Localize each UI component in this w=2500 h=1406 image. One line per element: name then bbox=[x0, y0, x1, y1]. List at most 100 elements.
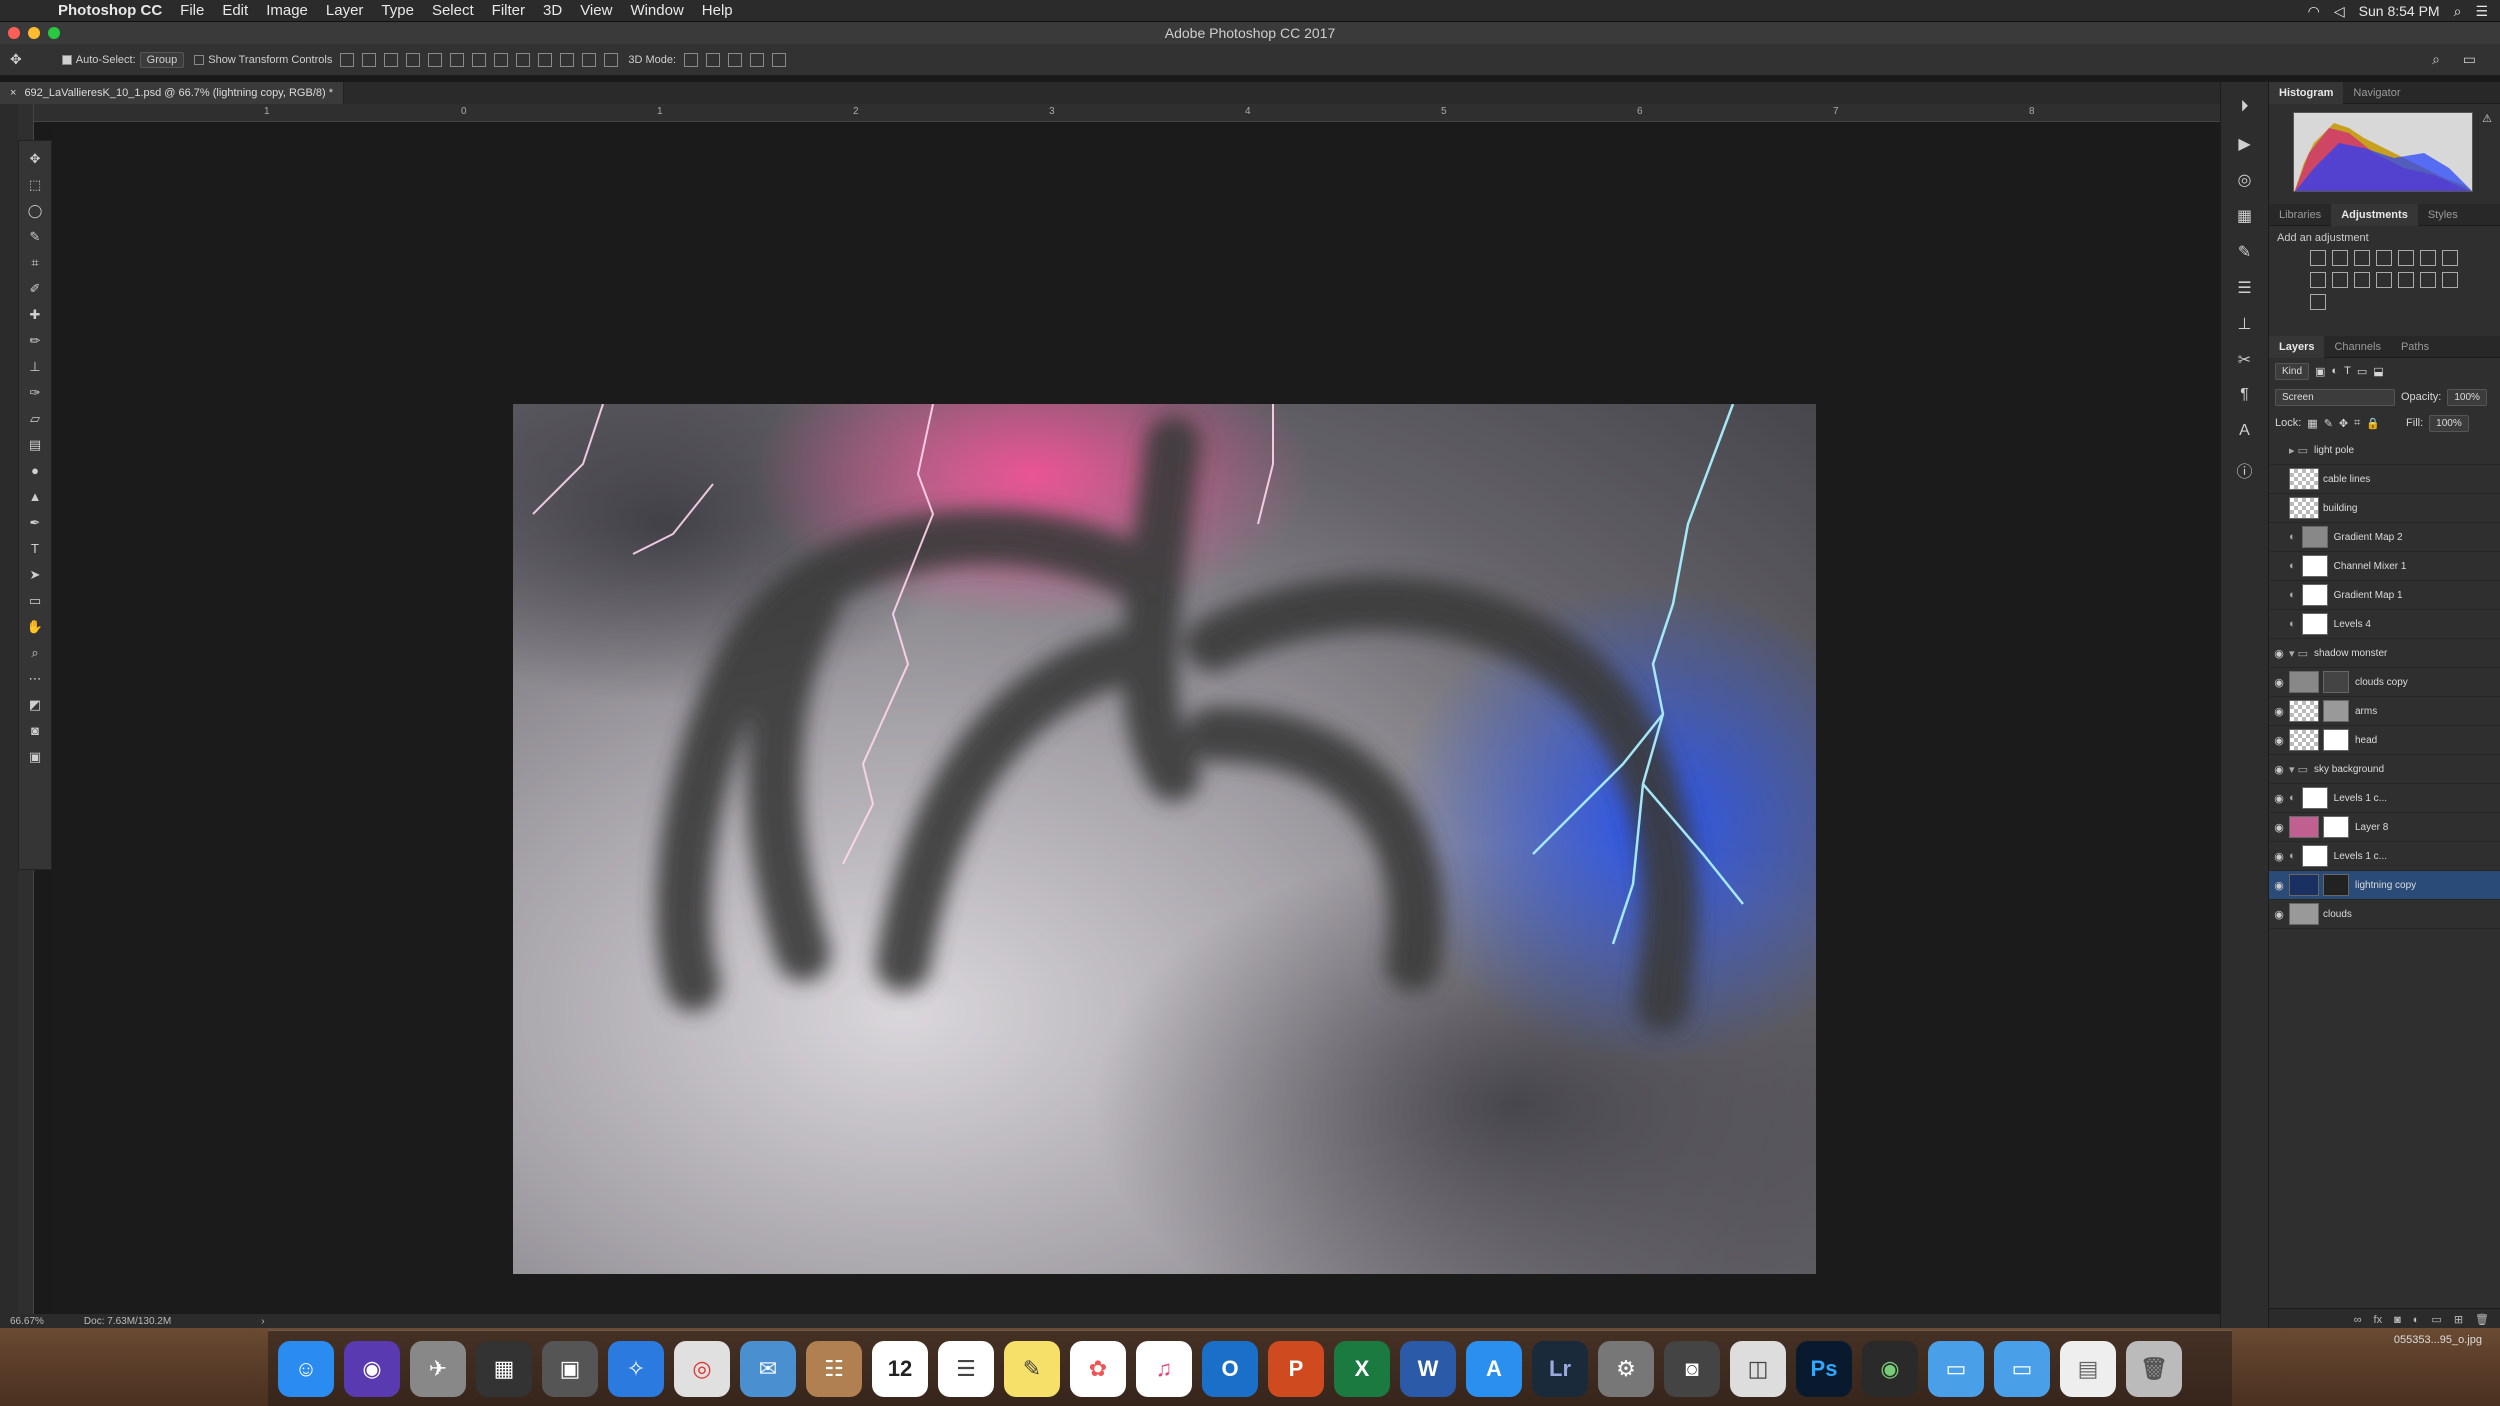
layer-row[interactable]: ◉ head bbox=[2269, 726, 2500, 755]
photos-icon[interactable]: ✿ bbox=[1070, 1340, 1126, 1397]
move-tool-icon[interactable]: ✥ bbox=[25, 149, 45, 168]
reminders-icon[interactable]: ☰ bbox=[938, 1340, 994, 1397]
threshold-icon[interactable] bbox=[2441, 272, 2458, 288]
align-right-icon[interactable] bbox=[450, 52, 465, 67]
spotlight-icon[interactable]: ⌕ bbox=[2454, 3, 2462, 20]
chrome-icon[interactable]: ◎ bbox=[674, 1340, 730, 1397]
eye-icon[interactable]: ◉ bbox=[2269, 850, 2289, 863]
layer-row[interactable]: ◉ ▾ ▭ shadow monster bbox=[2269, 639, 2500, 668]
layer-row[interactable]: ◐ Gradient Map 1 bbox=[2269, 581, 2500, 610]
color-swatch-icon[interactable]: ◩ bbox=[25, 695, 45, 714]
shape-tool-icon[interactable]: ▭ bbox=[25, 591, 45, 610]
color-balance-icon[interactable] bbox=[2441, 250, 2458, 266]
workspace-icon[interactable]: ▭ bbox=[2463, 51, 2476, 68]
align-bottom-icon[interactable] bbox=[384, 52, 399, 67]
healing-tool-icon[interactable]: ✚ bbox=[25, 305, 45, 324]
mail-icon[interactable]: ✉ bbox=[740, 1340, 796, 1397]
tab-paths[interactable]: Paths bbox=[2391, 336, 2439, 358]
distribute-right-icon[interactable] bbox=[582, 52, 597, 67]
auto-select-checkbox[interactable] bbox=[61, 54, 72, 65]
lock-position-icon[interactable]: ✥ bbox=[2339, 417, 2348, 430]
layer-row[interactable]: ▸ ▭ light pole bbox=[2269, 436, 2500, 465]
exposure-icon[interactable] bbox=[2375, 250, 2392, 266]
tab-channels[interactable]: Channels bbox=[2324, 336, 2390, 358]
layer-row[interactable]: ◉ arms bbox=[2269, 697, 2500, 726]
3d-rotate-icon[interactable] bbox=[684, 52, 699, 67]
add-mask-icon[interactable]: ◙ bbox=[2394, 1314, 2401, 1326]
fill-field[interactable]: 100% bbox=[2429, 414, 2469, 432]
horizontal-ruler[interactable]: 1 0 1 2 3 4 5 6 7 8 bbox=[34, 104, 2220, 122]
filter-type-icon[interactable]: T bbox=[2344, 365, 2351, 377]
camera-icon[interactable]: ◙ bbox=[1664, 1340, 1720, 1397]
menu-help[interactable]: Help bbox=[702, 2, 733, 19]
excel-icon[interactable]: X bbox=[1334, 1340, 1390, 1397]
layer-row[interactable]: ◐ Gradient Map 2 bbox=[2269, 523, 2500, 552]
tab-histogram[interactable]: Histogram bbox=[2269, 81, 2344, 104]
grid-icon[interactable]: ▦ bbox=[2234, 206, 2256, 228]
eye-icon[interactable]: ◉ bbox=[2269, 734, 2289, 747]
pen-tool-icon[interactable]: ✒ bbox=[25, 513, 45, 532]
tab-layers[interactable]: Layers bbox=[2269, 335, 2325, 358]
path-select-tool-icon[interactable]: ➤ bbox=[25, 565, 45, 584]
link-icon[interactable]: ∞ bbox=[2354, 1314, 2362, 1326]
new-layer-icon[interactable]: ⊞ bbox=[2454, 1313, 2463, 1326]
auto-align-icon[interactable] bbox=[604, 52, 619, 67]
safari-icon[interactable]: ✧ bbox=[608, 1340, 664, 1397]
levels-icon[interactable] bbox=[2331, 250, 2348, 266]
align-center-icon[interactable] bbox=[428, 52, 443, 67]
brush-settings-icon[interactable]: ✎ bbox=[2234, 242, 2256, 264]
menu-edit[interactable]: Edit bbox=[222, 2, 248, 19]
tab-libraries[interactable]: Libraries bbox=[2269, 204, 2331, 226]
desktop-file-label[interactable]: 055353...95_o.jpg bbox=[2394, 1334, 2482, 1346]
layer-row[interactable]: ◐ Levels 4 bbox=[2269, 610, 2500, 639]
auto-select-dropdown[interactable]: Group bbox=[139, 51, 185, 68]
quick-select-tool-icon[interactable]: ✎ bbox=[25, 227, 45, 246]
notification-icon[interactable]: ☰ bbox=[2475, 3, 2488, 20]
dodge-tool-icon[interactable]: ▲ bbox=[25, 487, 45, 506]
new-adjustment-icon[interactable]: ◐ bbox=[2413, 1314, 2420, 1326]
vibrance-icon[interactable] bbox=[2397, 250, 2414, 266]
eye-icon[interactable]: ◉ bbox=[2269, 647, 2289, 660]
zoom-window-button[interactable] bbox=[48, 27, 60, 39]
lasso-tool-icon[interactable]: ◯ bbox=[25, 201, 45, 220]
eye-icon[interactable]: ◉ bbox=[2269, 821, 2289, 834]
warning-icon[interactable]: ⚠ bbox=[2482, 112, 2492, 125]
hue-saturation-icon[interactable] bbox=[2419, 250, 2436, 266]
document-tab[interactable]: × 692_LaVallieresK_10_1.psd @ 66.7% (lig… bbox=[0, 82, 344, 104]
info-icon[interactable]: ⓘ bbox=[2234, 458, 2256, 481]
contacts-icon[interactable]: ☷ bbox=[806, 1340, 862, 1397]
align-middle-icon[interactable] bbox=[362, 52, 377, 67]
move-tool-icon[interactable]: ✥ bbox=[10, 51, 22, 68]
crop-tool-icon[interactable]: ⌗ bbox=[25, 253, 45, 272]
posterize-icon[interactable] bbox=[2419, 272, 2436, 288]
type-tool-icon[interactable]: T bbox=[25, 539, 45, 558]
canvas-workspace[interactable] bbox=[52, 122, 2220, 1314]
volume-icon[interactable]: ◁ bbox=[2334, 3, 2345, 20]
layer-row[interactable]: building bbox=[2269, 494, 2500, 523]
eraser-tool-icon[interactable]: ▱ bbox=[25, 409, 45, 428]
gradient-tool-icon[interactable]: ▤ bbox=[25, 435, 45, 454]
new-group-icon[interactable]: ▭ bbox=[2431, 1313, 2441, 1326]
3d-slide-icon[interactable] bbox=[750, 52, 765, 67]
black-white-icon[interactable] bbox=[2309, 272, 2326, 288]
app-name-menu[interactable]: Photoshop CC bbox=[58, 2, 162, 19]
lightroom-icon[interactable]: Lr bbox=[1532, 1340, 1588, 1397]
close-tab-icon[interactable]: × bbox=[10, 87, 16, 99]
layer-row[interactable]: ◉ clouds bbox=[2269, 900, 2500, 929]
filter-smart-icon[interactable]: ⬓ bbox=[2373, 365, 2383, 378]
layer-row-selected[interactable]: ◉ lightning copy bbox=[2269, 871, 2500, 900]
layer-row[interactable]: ◉ ▾ ▭ sky background bbox=[2269, 755, 2500, 784]
3d-scale-icon[interactable] bbox=[772, 52, 787, 67]
invert-icon[interactable] bbox=[2397, 272, 2414, 288]
align-left-icon[interactable] bbox=[406, 52, 421, 67]
menu-image[interactable]: Image bbox=[266, 2, 308, 19]
transform-controls-checkbox[interactable] bbox=[194, 54, 205, 65]
status-arrow-icon[interactable]: › bbox=[261, 1316, 264, 1327]
notes-icon[interactable]: ✎ bbox=[1004, 1340, 1060, 1397]
distribute-left-icon[interactable] bbox=[538, 52, 553, 67]
menu-3d[interactable]: 3D bbox=[543, 2, 562, 19]
blur-tool-icon[interactable]: ● bbox=[25, 461, 45, 480]
fx-icon[interactable]: fx bbox=[2374, 1314, 2383, 1326]
preview-app-icon[interactable]: ◫ bbox=[1730, 1340, 1786, 1397]
properties-icon[interactable]: ☰ bbox=[2234, 278, 2256, 300]
